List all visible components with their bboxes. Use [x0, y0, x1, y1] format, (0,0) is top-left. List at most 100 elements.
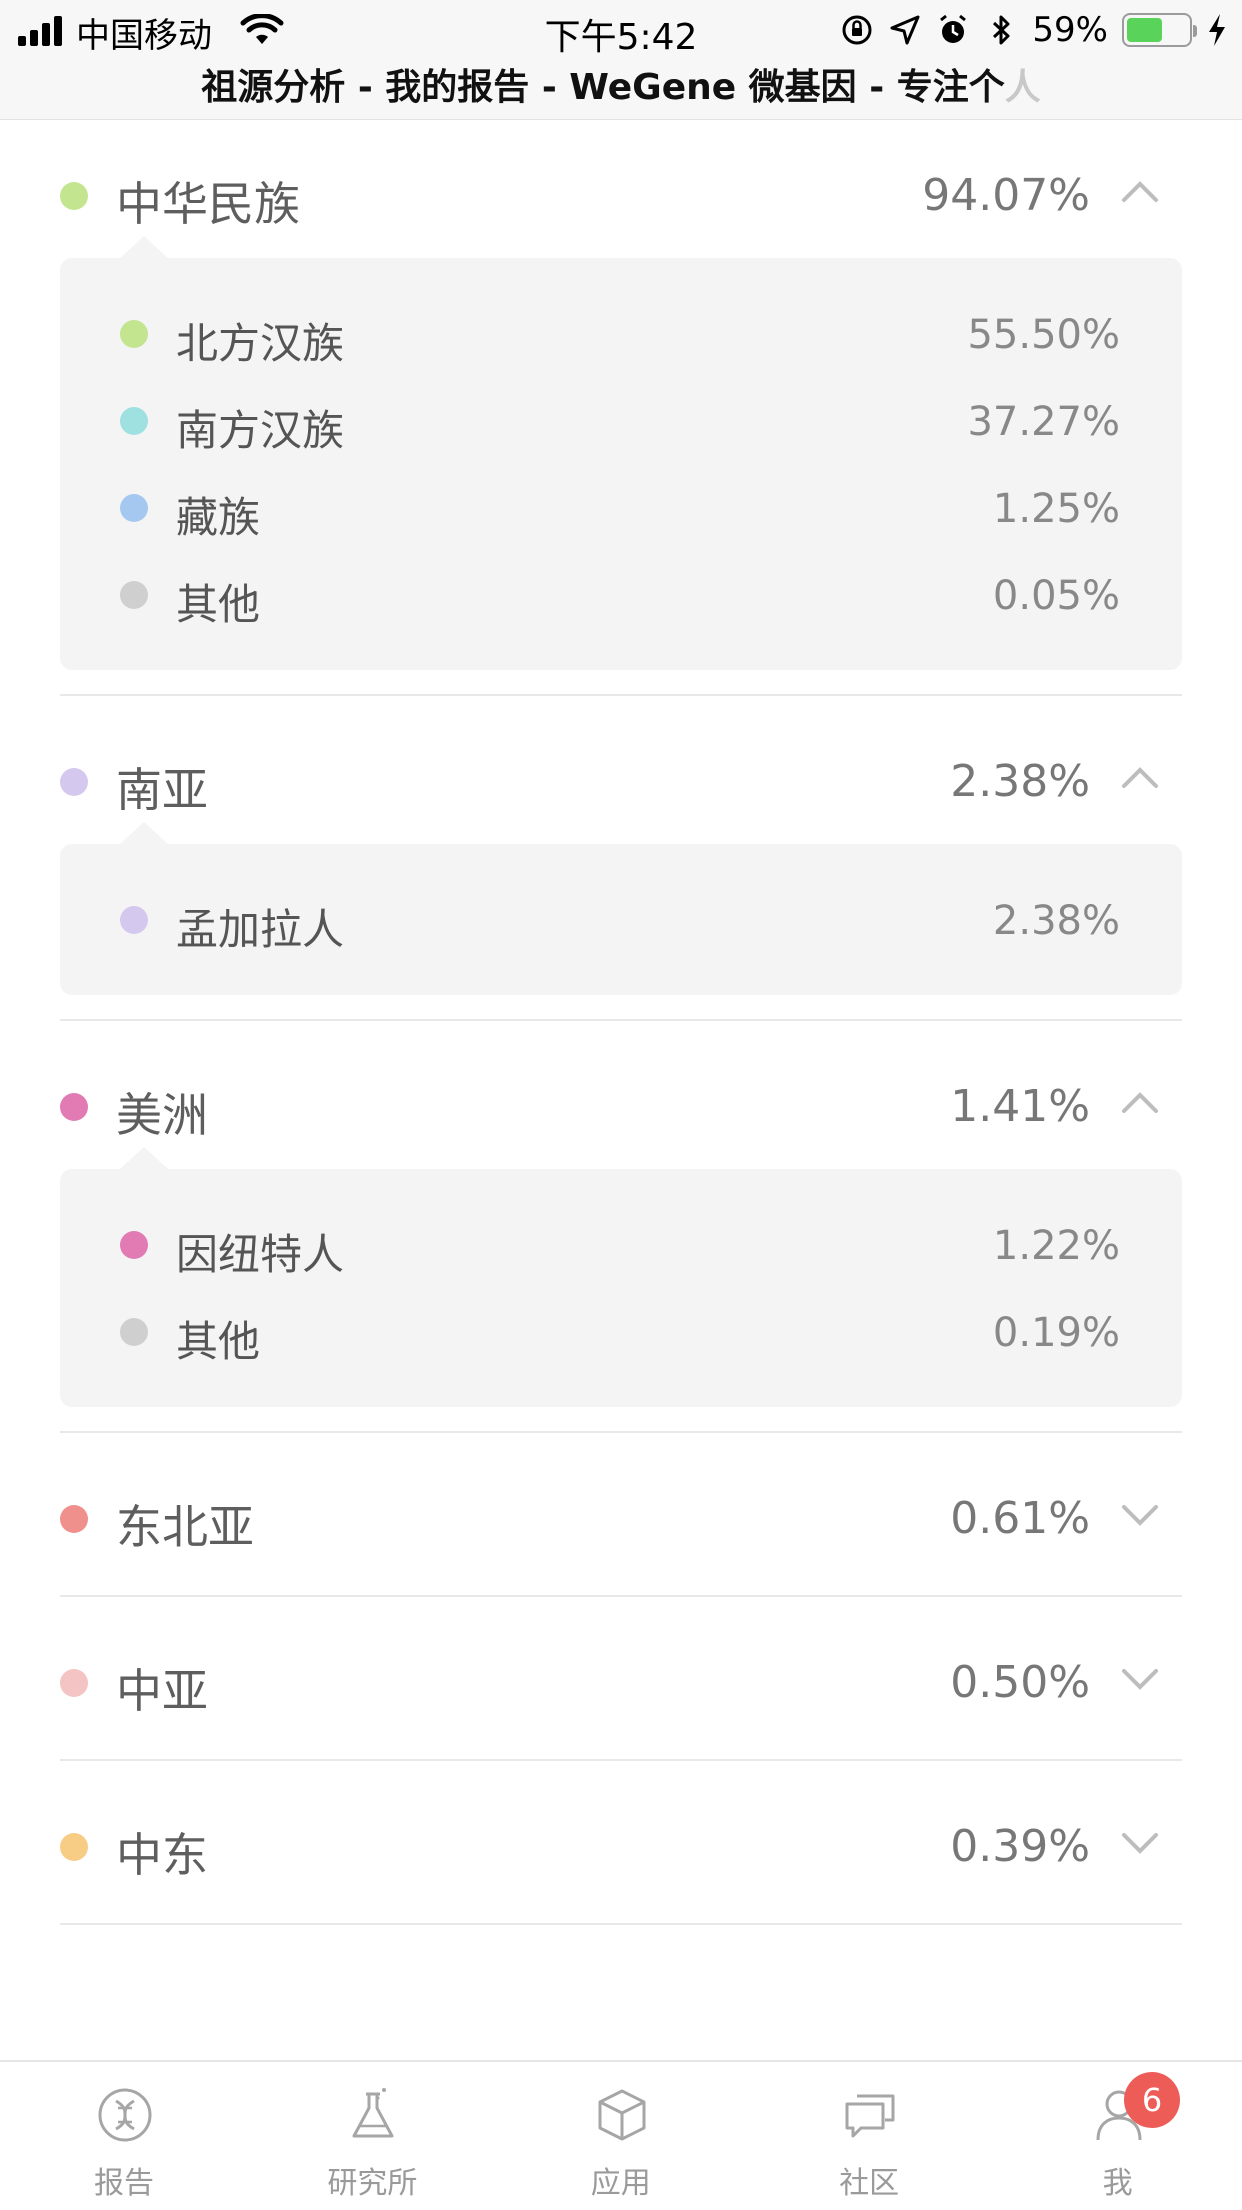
ancestry-group: 中华民族 94.07% 北方汉族 55.50% 南方汉族 37.27% 藏族 1.25% 其他 0…: [60, 130, 1182, 670]
tab-label: 应用: [590, 2166, 651, 2201]
group-color-dot: [60, 768, 88, 796]
subgroup-name: 北方汉族: [176, 319, 345, 368]
chevron-up-icon[interactable]: [1120, 176, 1160, 206]
location-arrow-icon: [890, 15, 920, 45]
group-color-dot: [60, 1505, 88, 1533]
subgroup-panel: 孟加拉人 2.38%: [60, 822, 1182, 995]
subgroup-item: 因纽特人 1.22%: [60, 1201, 1182, 1288]
group-header[interactable]: 中东 0.39%: [60, 1781, 1182, 1901]
subgroup-item: 孟加拉人 2.38%: [60, 876, 1182, 963]
subgroup-panel: 因纽特人 1.22% 其他 0.19%: [60, 1147, 1182, 1407]
subgroup-color-dot: [120, 906, 148, 934]
page-title-text: 祖源分析 - 我的报告 - WeGene 微基因 - 专注个: [201, 67, 1005, 108]
subgroup-item: 藏族 1.25%: [60, 464, 1182, 551]
group-color-dot: [60, 182, 88, 210]
subgroup-name: 因纽特人: [176, 1230, 345, 1279]
group-divider: [60, 1595, 1182, 1597]
ancestry-group: 美洲 1.41% 因纽特人 1.22% 其他 0.19%: [60, 1041, 1182, 1407]
group-percent: 0.50%: [950, 1657, 1090, 1708]
chevron-up-icon[interactable]: [1120, 1087, 1160, 1117]
subgroup-percent: 1.22%: [992, 1223, 1120, 1269]
group-name: 中亚: [116, 1664, 208, 1718]
ancestry-list: 中华民族 94.07% 北方汉族 55.50% 南方汉族 37.27% 藏族 1.25% 其他 0…: [0, 120, 1242, 2060]
group-header[interactable]: 南亚 2.38%: [60, 716, 1182, 836]
subgroup-percent: 2.38%: [992, 898, 1120, 944]
group-divider: [60, 1759, 1182, 1761]
group-color-dot: [60, 1669, 88, 1697]
group-divider: [60, 1923, 1182, 1925]
group-name: 中东: [116, 1828, 208, 1882]
chevron-up-icon[interactable]: [1120, 762, 1160, 792]
subgroup-percent: 1.25%: [992, 486, 1120, 532]
tab-label: 社区: [839, 2166, 900, 2201]
page-title-faded: 人: [1004, 67, 1041, 108]
ancestry-group: 中东 0.39%: [60, 1781, 1182, 1901]
tab-label: 研究所: [327, 2166, 418, 2201]
cube-icon: [598, 2089, 646, 2141]
subgroup-name: 南方汉族: [176, 406, 345, 455]
subgroup-item: 其他 0.05%: [60, 551, 1182, 638]
page-title: 祖源分析 - 我的报告 - WeGene 微基因 - 专注个人: [0, 58, 1242, 108]
tab-user[interactable]: 我: [994, 2062, 1242, 2210]
subgroup-percent: 0.05%: [992, 573, 1120, 619]
subgroup-item: 其他 0.19%: [60, 1288, 1182, 1375]
subgroup-color-dot: [120, 1231, 148, 1259]
group-divider: [60, 1019, 1182, 1021]
chat-bubbles-icon: [845, 2094, 895, 2138]
subgroup-color-dot: [120, 320, 148, 348]
subgroup-percent: 37.27%: [967, 399, 1120, 445]
group-color-dot: [60, 1093, 88, 1121]
ancestry-group: 南亚 2.38% 孟加拉人 2.38%: [60, 716, 1182, 995]
subgroup-item: 北方汉族 55.50%: [60, 290, 1182, 377]
group-percent: 0.61%: [950, 1493, 1090, 1544]
group-header[interactable]: 东北亚 0.61%: [60, 1453, 1182, 1573]
group-name: 东北亚: [116, 1500, 254, 1554]
tab-dna-report[interactable]: 报告: [0, 2062, 248, 2210]
group-header[interactable]: 中华民族 94.07%: [60, 130, 1182, 250]
subgroup-percent: 55.50%: [967, 312, 1120, 358]
dna-report-icon: [98, 2088, 152, 2142]
tab-cube[interactable]: 应用: [497, 2062, 745, 2210]
group-divider: [60, 694, 1182, 696]
group-color-dot: [60, 1833, 88, 1861]
tab-label: 报告: [94, 2166, 154, 2201]
notification-badge: 6: [1124, 2072, 1180, 2128]
group-name: 美洲: [116, 1088, 208, 1142]
subgroup-percent: 0.19%: [992, 1310, 1120, 1356]
subgroup-name: 藏族: [176, 493, 261, 542]
group-header[interactable]: 中亚 0.50%: [60, 1617, 1182, 1737]
subgroup-color-dot: [120, 1318, 148, 1346]
group-header[interactable]: 美洲 1.41%: [60, 1041, 1182, 1161]
subgroup-color-dot: [120, 407, 148, 435]
tab-bar: 报告 研究所 应用 社区 我: [0, 2060, 1242, 2208]
tab-chat-bubbles[interactable]: 社区: [745, 2062, 993, 2210]
subgroup-name: 其他: [176, 1317, 261, 1366]
group-percent: 2.38%: [950, 756, 1090, 807]
chevron-down-icon[interactable]: [1120, 1663, 1160, 1693]
group-name: 中华民族: [116, 177, 300, 231]
group-percent: 0.39%: [950, 1821, 1090, 1872]
flask-icon: [352, 2088, 394, 2138]
tab-flask[interactable]: 研究所: [248, 2062, 496, 2210]
subgroup-color-dot: [120, 494, 148, 522]
battery-level: [1127, 18, 1163, 42]
ancestry-group: 东北亚 0.61%: [60, 1453, 1182, 1573]
battery-icon: [1122, 13, 1197, 47]
group-divider: [60, 1431, 1182, 1433]
alarm-clock-icon: [940, 14, 967, 43]
chevron-down-icon[interactable]: [1120, 1827, 1160, 1857]
chevron-down-icon[interactable]: [1120, 1499, 1160, 1529]
charging-bolt-icon: [1209, 14, 1225, 46]
subgroup-item: 南方汉族 37.27%: [60, 377, 1182, 464]
bluetooth-icon: [993, 15, 1010, 45]
battery-percent: 59%: [1032, 10, 1108, 50]
subgroup-color-dot: [120, 581, 148, 609]
group-name: 南亚: [116, 763, 208, 817]
subgroup-panel: 北方汉族 55.50% 南方汉族 37.27% 藏族 1.25% 其他 0.05%: [60, 236, 1182, 670]
orientation-lock-icon: [842, 15, 872, 45]
group-percent: 94.07%: [922, 170, 1090, 221]
group-percent: 1.41%: [950, 1081, 1090, 1132]
tab-label: 我: [1102, 2166, 1133, 2201]
status-bar: 中国移动 下午5:42 59% 祖源分析 - 我的报告 - WeGene 微基因…: [0, 0, 1242, 120]
ancestry-group: 中亚 0.50%: [60, 1617, 1182, 1737]
